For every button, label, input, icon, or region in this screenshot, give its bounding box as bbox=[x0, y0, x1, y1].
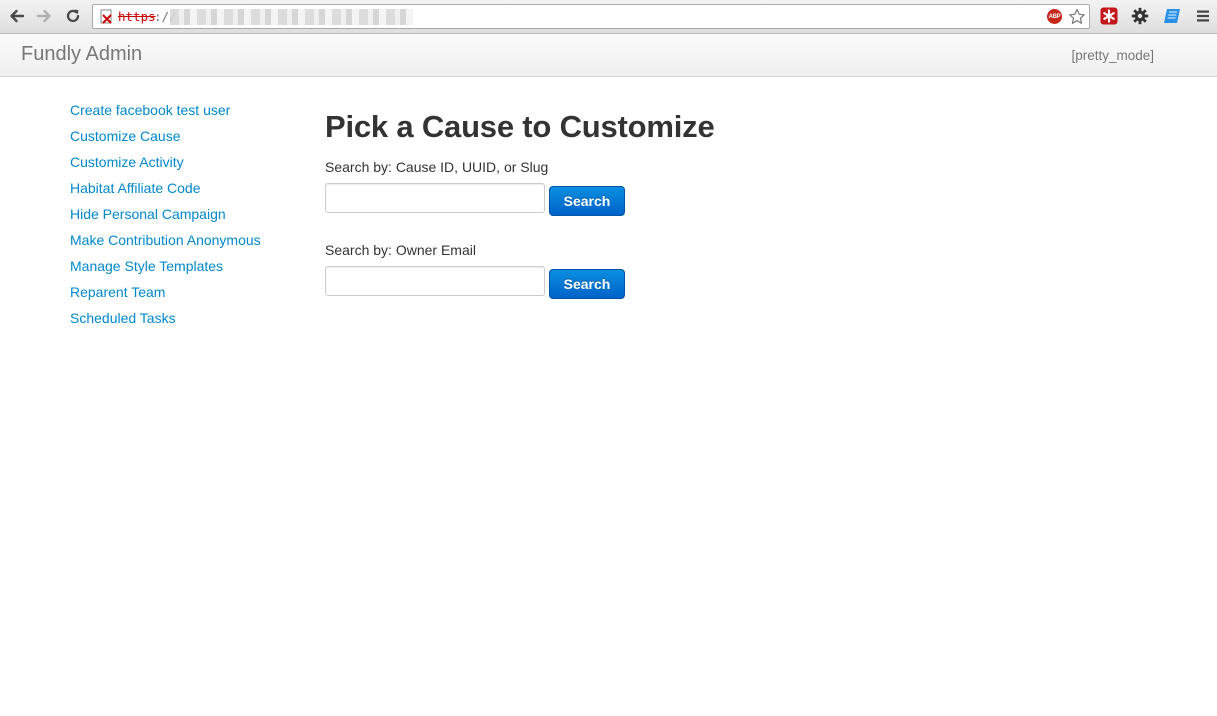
search-form-cause: Search by: Cause ID, UUID, or Slug Searc… bbox=[325, 158, 1025, 217]
main-content: Pick a Cause to Customize Search by: Cau… bbox=[325, 108, 1025, 300]
pretty-mode-link[interactable]: [pretty_mode] bbox=[1071, 48, 1154, 63]
sidebar-item-habitat-affiliate-code[interactable]: Habitat Affiliate Code bbox=[70, 179, 300, 205]
extension-blue-icon[interactable] bbox=[1163, 7, 1181, 25]
app-navbar: Fundly Admin [pretty_mode] bbox=[0, 34, 1217, 77]
sidebar-item-manage-style-templates[interactable]: Manage Style Templates bbox=[70, 257, 300, 283]
search-form-owner-email: Search by: Owner Email Search bbox=[325, 241, 1025, 300]
sidebar-item-make-contribution-anonymous[interactable]: Make Contribution Anonymous bbox=[70, 231, 300, 257]
owner-email-search-button[interactable]: Search bbox=[549, 269, 625, 299]
forward-arrow-icon bbox=[36, 9, 51, 23]
back-button[interactable] bbox=[6, 5, 28, 27]
search-label-cause: Search by: Cause ID, UUID, or Slug bbox=[325, 159, 549, 175]
owner-email-search-input[interactable] bbox=[325, 266, 545, 296]
sidebar-item-customize-activity[interactable]: Customize Activity bbox=[70, 153, 300, 179]
bookmark-star-icon[interactable] bbox=[1067, 7, 1087, 27]
sidebar-item-customize-cause[interactable]: Customize Cause bbox=[70, 127, 300, 153]
reload-icon bbox=[66, 9, 80, 23]
url-redacted bbox=[170, 9, 413, 25]
brand-link[interactable]: Fundly Admin bbox=[21, 43, 142, 66]
cause-search-input[interactable] bbox=[325, 183, 545, 213]
adblock-icon[interactable]: ABP bbox=[1047, 9, 1062, 24]
sidebar-item-hide-personal-campaign[interactable]: Hide Personal Campaign bbox=[70, 205, 300, 231]
forward-button[interactable] bbox=[33, 5, 55, 27]
lastpass-extension-icon[interactable] bbox=[1100, 7, 1118, 25]
menu-icon[interactable] bbox=[1194, 7, 1212, 25]
back-arrow-icon bbox=[10, 9, 25, 23]
cause-search-button[interactable]: Search bbox=[549, 186, 625, 216]
address-bar[interactable]: https :// ABP bbox=[92, 4, 1090, 29]
sidebar-nav: Create facebook test user Customize Caus… bbox=[70, 101, 300, 335]
search-label-owner-email: Search by: Owner Email bbox=[325, 242, 476, 258]
reload-button[interactable] bbox=[62, 5, 84, 27]
sidebar-item-scheduled-tasks[interactable]: Scheduled Tasks bbox=[70, 309, 300, 335]
insecure-https-icon bbox=[100, 9, 112, 24]
url-scheme: https bbox=[118, 9, 156, 24]
sidebar-item-create-facebook-test-user[interactable]: Create facebook test user bbox=[70, 101, 300, 127]
sidebar-item-reparent-team[interactable]: Reparent Team bbox=[70, 283, 300, 309]
browser-toolbar: https :// ABP bbox=[0, 0, 1217, 34]
page-title: Pick a Cause to Customize bbox=[325, 109, 715, 144]
gear-icon[interactable] bbox=[1131, 7, 1149, 25]
